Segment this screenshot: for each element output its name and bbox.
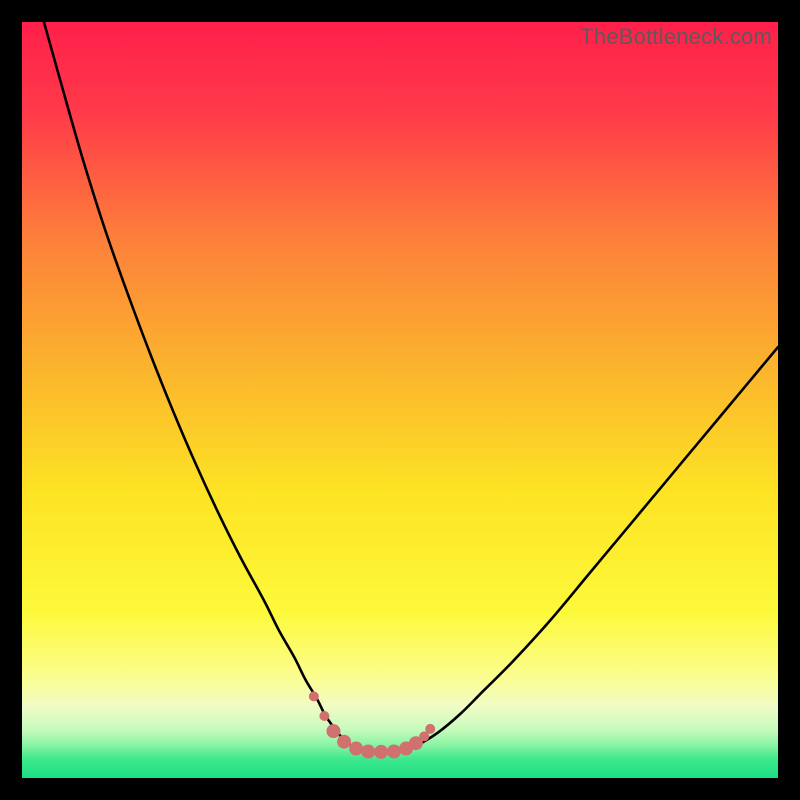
- gradient-background: [22, 22, 778, 778]
- valley-marker: [374, 745, 388, 759]
- valley-marker: [349, 742, 363, 756]
- valley-marker: [387, 745, 401, 759]
- valley-marker: [337, 735, 351, 749]
- valley-marker: [361, 745, 375, 759]
- valley-marker: [309, 691, 319, 701]
- chart-plot-area: TheBottleneck.com: [22, 22, 778, 778]
- valley-marker: [425, 724, 435, 734]
- valley-marker: [319, 711, 329, 721]
- valley-marker: [326, 724, 340, 738]
- chart-outer-frame: TheBottleneck.com: [0, 0, 800, 800]
- bottleneck-chart: [22, 22, 778, 778]
- watermark-text: TheBottleneck.com: [580, 24, 772, 50]
